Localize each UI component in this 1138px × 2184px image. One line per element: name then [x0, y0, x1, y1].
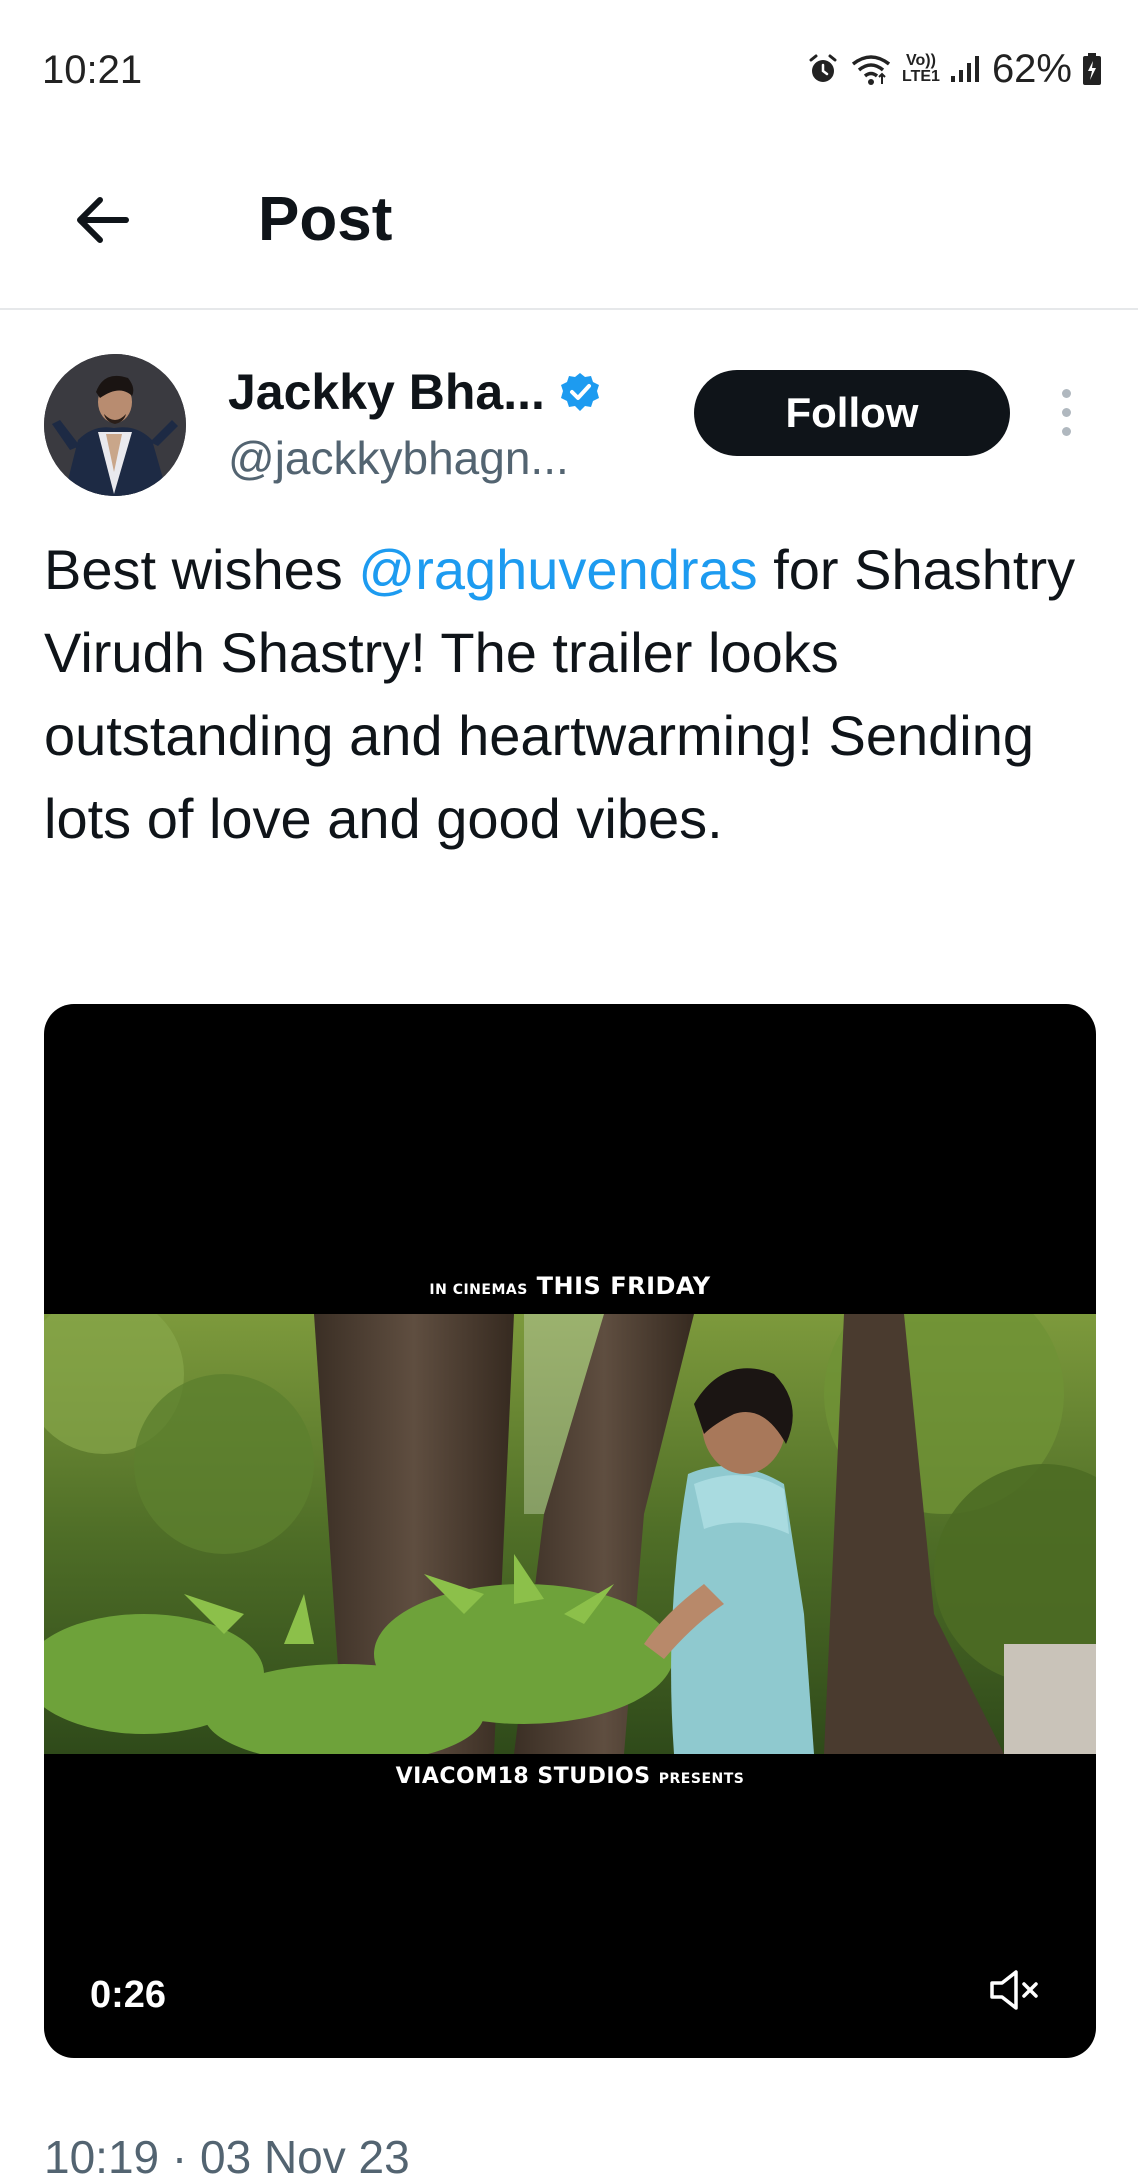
battery-charging-icon	[1082, 52, 1102, 86]
network-label-bottom: LTE1	[902, 68, 940, 85]
post-timestamp[interactable]: 10:19 · 03 Nov 23	[44, 2130, 410, 2184]
top-app-bar: Post	[0, 140, 1138, 310]
video-player[interactable]: IN CINEMAS THIS FRIDAY VIACOM18 STUDIOS …	[44, 1004, 1096, 2058]
video-caption-top: IN CINEMAS THIS FRIDAY	[44, 1272, 1096, 1300]
author-handle[interactable]: @jackkybhagn...	[228, 428, 569, 488]
caption-top-small: IN CINEMAS	[429, 1282, 528, 1298]
video-caption-bottom: VIACOM18 STUDIOS PRESENTS	[44, 1764, 1096, 1789]
verified-badge-icon	[560, 373, 599, 411]
author-name-row[interactable]: Jackky Bha...	[228, 360, 601, 424]
more-options-button[interactable]	[1046, 382, 1086, 442]
arrow-left-icon	[77, 197, 129, 243]
mention-link[interactable]: @raghuvendras	[358, 538, 757, 601]
video-duration: 0:26	[90, 1974, 167, 2016]
follow-button[interactable]: Follow	[694, 370, 1010, 456]
speaker-muted-icon	[990, 1970, 1038, 2010]
avatar[interactable]	[44, 354, 186, 496]
caption-bottom-large: VIACOM18 STUDIOS	[395, 1764, 651, 1789]
author-display-name[interactable]: Jackky Bha...	[228, 360, 545, 424]
page-title: Post	[258, 185, 393, 254]
back-button[interactable]	[62, 180, 142, 260]
caption-top-large: THIS FRIDAY	[536, 1272, 711, 1300]
network-label-top: Vo))	[906, 52, 936, 69]
status-icons: Vo)) LTE1 62%	[806, 46, 1102, 92]
more-vertical-icon-dot	[1061, 426, 1071, 436]
status-time: 10:21	[42, 48, 143, 92]
caption-bottom-small: PRESENTS	[658, 1771, 745, 1787]
signal-icon	[950, 54, 982, 84]
network-type: Vo)) LTE1	[902, 53, 940, 85]
more-vertical-icon	[1061, 388, 1071, 398]
mute-button[interactable]	[984, 1962, 1044, 2018]
alarm-icon	[806, 52, 840, 86]
video-frame	[44, 1314, 1096, 1754]
wifi-icon	[850, 52, 892, 86]
post-text: Best wishes @raghuvendras for Shashtry V…	[44, 528, 1104, 860]
battery-percent: 62%	[991, 46, 1072, 91]
more-vertical-icon-dot	[1061, 407, 1071, 417]
status-bar: 10:21 Vo)) LTE1 62%	[0, 0, 1138, 140]
post-text-before: Best wishes	[44, 538, 359, 601]
